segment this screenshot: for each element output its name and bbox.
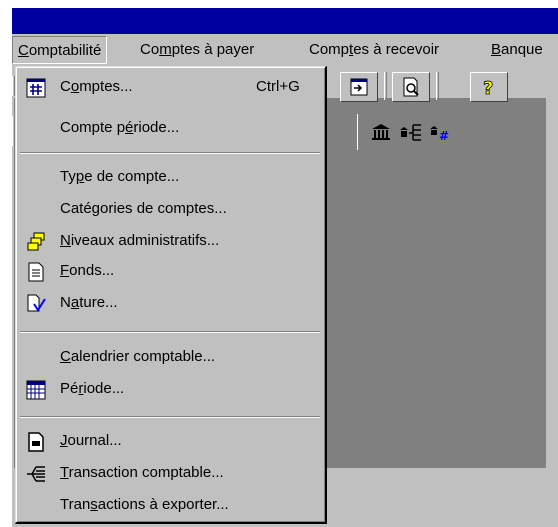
label-accesskey: T [60,464,69,481]
menu-item-label: Période... [60,380,124,397]
menu-separator [20,416,320,418]
title-bar-fill [12,8,558,34]
menu-item-comptes[interactable]: Comptes... Ctrl+G [16,73,324,102]
label-pre: C [60,78,71,95]
print-preview-button[interactable] [392,72,430,102]
admin-levels-icon [27,232,45,251]
menu-label-post: es à recevoir [353,41,440,58]
menu-item-transaction-comptable[interactable]: Transaction comptable... [16,459,324,488]
menu-item-fonds[interactable]: Fonds... [16,257,324,286]
menu-label-accesskey: B [491,41,502,58]
bank-number-icon: # [430,126,449,142]
label-accesskey: p [75,168,85,185]
label-accesskey: N [60,232,71,249]
menu-item-nature[interactable]: Nature... [16,289,324,318]
menu-label-post: ptes à payer [171,41,255,58]
toolbar-grip [384,72,387,100]
menu-item-journal[interactable]: Journal... [16,427,324,456]
label-accesskey: J [60,432,68,449]
menu-item-niveaux-administratifs[interactable]: Niveaux administratifs... [16,227,324,256]
bank-check-button[interactable] [456,118,486,146]
export-icon [350,78,368,96]
label-post: actions à exporter... [97,496,229,513]
menu-item-categories-de-comptes[interactable]: Catégories de comptes... [16,195,324,224]
label-post: e de compte... [84,168,180,185]
transaction-tree-icon [27,466,45,482]
svg-text:#: # [439,129,449,142]
menu-bar: Comptabilité Comptes à payer Comptes à r… [12,34,558,66]
menu-item-label: Fonds... [60,262,114,279]
menu-label-post: anque [501,41,543,58]
label-accesskey: C [60,348,71,365]
toolbar-grip [436,72,439,100]
menu-item-label: Catégories de comptes... [60,200,227,217]
label-post: alendrier comptable... [70,348,216,365]
menu-comptes-a-payer[interactable]: Comptes à payer [135,36,259,64]
menu-item-label: Journal... [60,432,122,449]
menu-comptabilite[interactable]: Comptabilité [12,36,108,64]
print-preview-icon [403,77,419,97]
label-pre: N [60,294,71,311]
label-pre: Ty [60,168,76,185]
menu-item-periode[interactable]: Période... [16,375,324,404]
menu-item-label: Nature... [60,294,118,311]
bank-check-icon [460,124,482,139]
label-accesskey: o [70,78,80,95]
menu-item-label: Type de compte... [60,168,179,185]
bank-button[interactable] [366,118,396,146]
label-post: ture... [79,294,118,311]
menu-item-compte-periode[interactable]: Compte période... [16,114,324,143]
menu-banque[interactable]: Banque [486,36,548,64]
label-accesskey: a [70,294,80,311]
menu-item-transactions-a-exporter[interactable]: Transactions à exporter... [16,491,324,520]
label-post: mptes... [79,78,133,95]
toolbar-grip [357,114,360,150]
label-accesskey: F [60,262,70,279]
label-pre: Compte p [60,119,126,136]
bank-icon [372,124,390,140]
menu-item-label: Niveaux administratifs... [60,232,219,249]
title-bar [0,0,558,34]
shortcut-label: Ctrl+G [256,78,300,95]
calendar-grid-icon [26,380,46,400]
label-post: riode... [133,119,180,136]
menu-comptes-a-recevoir[interactable]: Comptes à recevoir [304,36,444,64]
comptabilite-menu: Comptes... Ctrl+G Compte période... Type… [15,66,327,524]
label-post: ournal... [67,432,122,449]
label-post: onds... [69,262,115,279]
help-icon: ? [483,78,494,97]
menu-label-pre: Comp [309,41,350,58]
menu-item-calendrier-comptable[interactable]: Calendrier comptable... [16,343,324,372]
label-post: iode... [83,380,125,397]
menu-separator [20,152,320,154]
label-pre: Tran [60,496,91,513]
help-button[interactable]: ? [470,72,508,102]
menu-label-accesskey: C [18,42,29,59]
menu-item-type-de-compte[interactable]: Type de compte... [16,163,324,192]
label-post: iveaux administratifs... [70,232,220,249]
svg-text:?: ? [483,78,493,97]
bank-tree-button[interactable] [396,118,426,146]
menu-item-label: Calendrier comptable... [60,348,215,365]
menu-label-accesskey: m [159,41,172,58]
menu-separator [20,331,320,333]
bank-number-button[interactable]: # [426,118,456,146]
label-accesskey: s [90,496,98,513]
label-pre: Pé [60,380,79,397]
bank-tree-icon [400,124,421,141]
nature-check-icon [27,294,46,312]
accounts-grid-icon [26,78,46,98]
journal-icon [28,432,44,452]
menu-item-label: Transactions à exporter... [60,496,229,513]
label-post: ransaction comptable... [68,464,224,481]
menu-item-label: Comptes... [60,78,133,95]
document-icon [28,262,44,282]
menu-label-pre: Co [140,41,160,58]
menu-item-label: Transaction comptable... [60,464,224,481]
export-button[interactable] [340,72,378,102]
menu-label-post: omptabilité [28,42,102,59]
menu-item-label: Compte période... [60,119,179,136]
